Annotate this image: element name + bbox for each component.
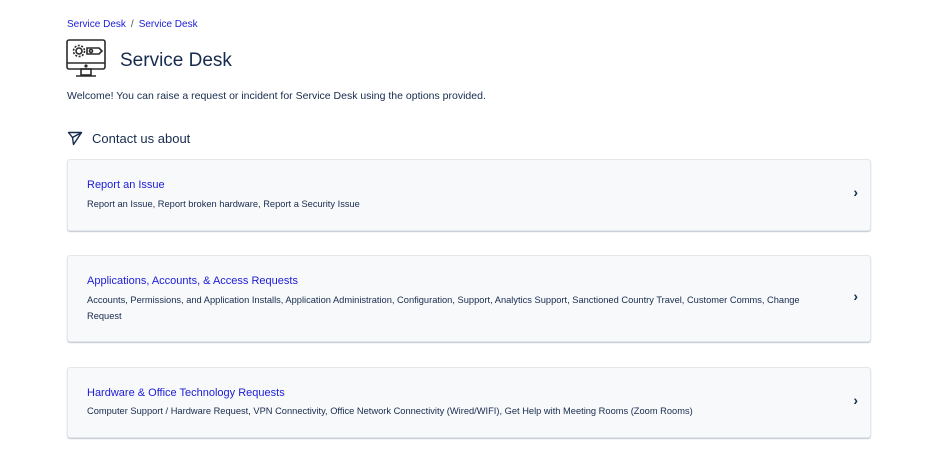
service-desk-monitor-icon — [66, 39, 106, 77]
breadcrumb-separator: / — [130, 19, 134, 30]
card-title[interactable]: Applications, Accounts, & Access Request… — [87, 275, 298, 287]
chevron-right-icon: › — [853, 288, 858, 304]
breadcrumb: Service Desk / Service Desk — [67, 19, 198, 30]
page-title: Service Desk — [120, 50, 232, 71]
card-description: Report an Issue, Report broken hardware,… — [87, 199, 360, 209]
card-title[interactable]: Hardware & Office Technology Requests — [87, 387, 285, 399]
chevron-right-icon: › — [853, 392, 858, 408]
contact-section-heading: Contact us about — [67, 130, 190, 146]
card-title[interactable]: Report an Issue — [87, 179, 165, 191]
contact-section-label: Contact us about — [92, 130, 191, 146]
card-description: Computer Support / Hardware Request, VPN… — [87, 406, 693, 416]
request-card-hardware-office[interactable]: Hardware & Office Technology Requests Co… — [67, 367, 871, 438]
card-description: Accounts, Permissions, and Application I… — [87, 295, 800, 321]
send-icon — [67, 131, 83, 146]
breadcrumb-link-root[interactable]: Service Desk — [67, 19, 126, 30]
chevron-right-icon: › — [853, 184, 858, 200]
welcome-text: Welcome! You can raise a request or inci… — [67, 90, 486, 102]
breadcrumb-link-current[interactable]: Service Desk — [139, 19, 198, 30]
request-card-report-issue[interactable]: Report an Issue Report an Issue, Report … — [67, 159, 871, 231]
request-card-applications-access[interactable]: Applications, Accounts, & Access Request… — [67, 255, 871, 342]
